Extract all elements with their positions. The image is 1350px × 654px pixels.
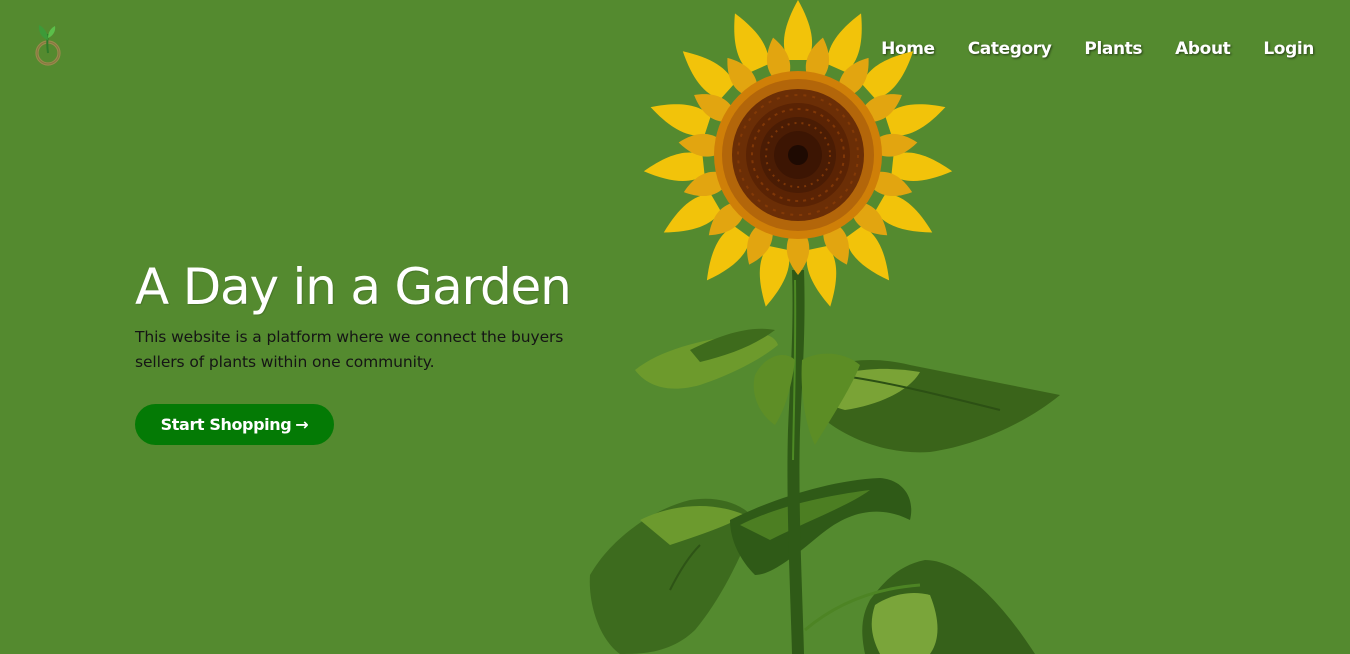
sprout-logo-icon[interactable] xyxy=(29,22,67,70)
nav-plants-link[interactable]: Plants xyxy=(1084,38,1142,60)
hero-section: A Day in a Garden This website is a plat… xyxy=(135,255,615,375)
arrow-right-icon: → xyxy=(295,415,309,434)
landing-page: Home Category Plants About Login A Day i… xyxy=(0,0,1350,654)
start-shopping-label: Start Shopping xyxy=(160,415,292,434)
nav-about-link[interactable]: About xyxy=(1175,38,1231,60)
hero-title: A Day in a Garden xyxy=(135,258,572,316)
nav-login-link[interactable]: Login xyxy=(1263,38,1314,60)
start-shopping-button[interactable]: Start Shopping → xyxy=(135,404,334,445)
sunflower-illustration xyxy=(589,0,1060,654)
hero-description: This website is a platform where we conn… xyxy=(135,328,564,371)
